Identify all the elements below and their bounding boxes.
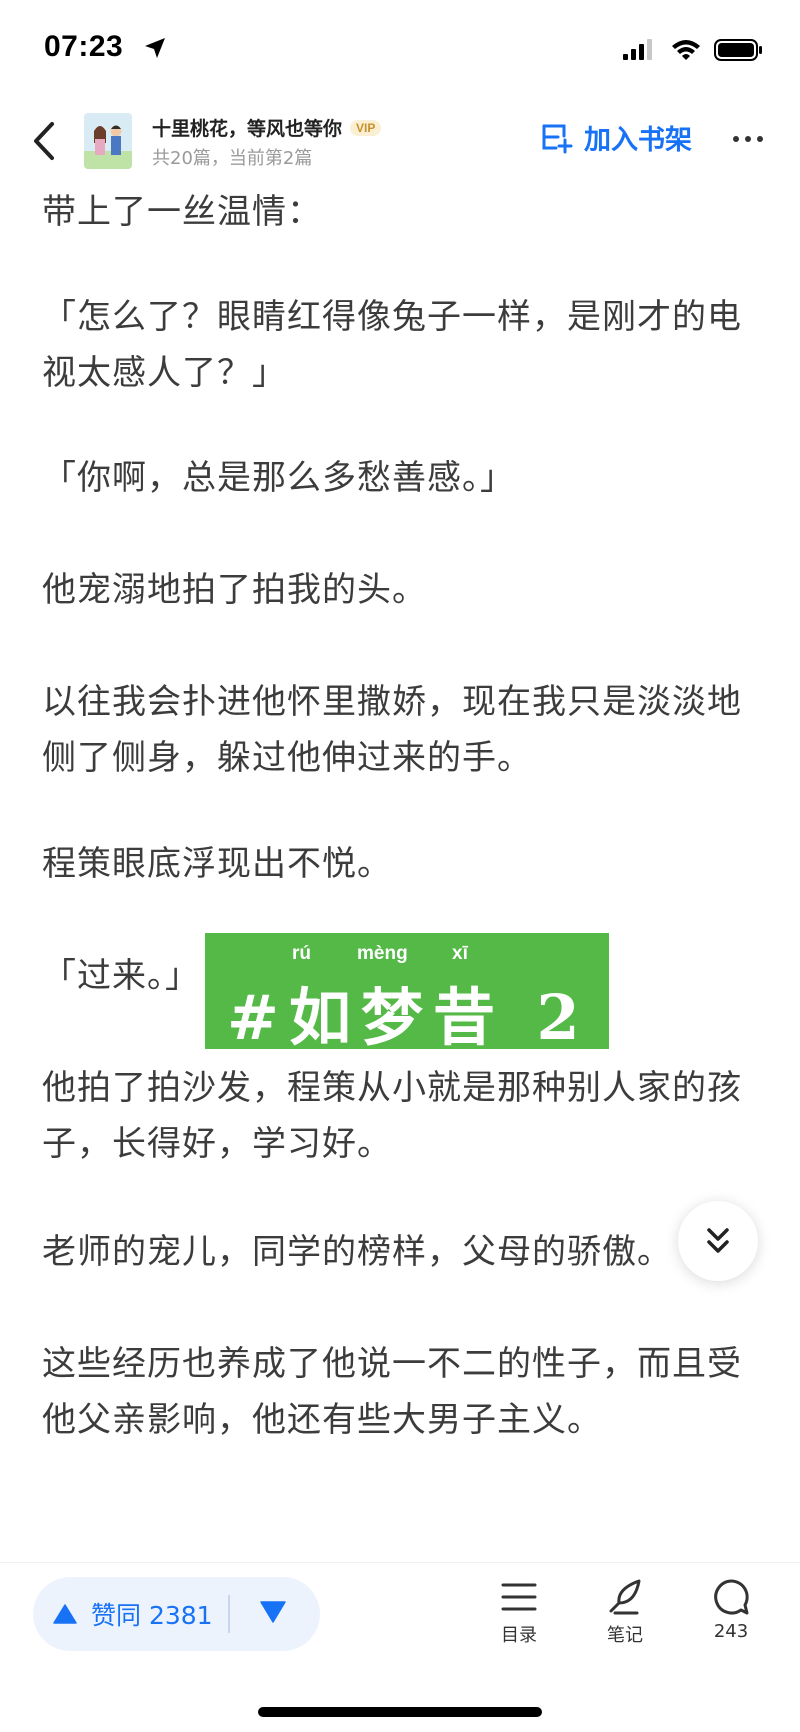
paragraph-line: 「你啊，总是那么多愁善感。」 — [42, 458, 515, 498]
book-title[interactable]: 十里桃花，等风也等你 VIP — [152, 114, 382, 141]
book-cover-image — [84, 113, 132, 169]
notes-label: 笔记 — [607, 1625, 643, 1646]
back-button[interactable] — [26, 116, 66, 166]
paragraph-line: 他拍了拍沙发，程策从小就是那种别人家的孩 — [42, 1068, 742, 1108]
downvote-button[interactable] — [259, 1599, 287, 1625]
upvote-label: 赞同 2381 — [91, 1601, 213, 1630]
vip-badge: VIP — [350, 119, 382, 136]
paragraph-line: 他父亲影响，他还有些大男子主义。 — [42, 1400, 602, 1440]
location-arrow-icon — [145, 38, 165, 58]
wifi-icon — [672, 40, 700, 60]
add-to-shelf-label: 加入书架 — [584, 125, 692, 156]
paragraph-line: 以往我会扑进他怀里撒娇，现在我只是淡淡地 — [42, 682, 742, 722]
book-title-text: 十里桃花，等风也等你 — [152, 118, 343, 140]
chapter-progress: 共20篇，当前第2篇 — [152, 148, 313, 169]
upvote-button[interactable]: 赞同 2381 — [53, 1577, 213, 1651]
paragraph-line: 这些经历也养成了他说一不二的性子，而且受 — [42, 1344, 742, 1384]
hashtag-banner: rú mèng xī #如梦昔 2 — [205, 933, 609, 1054]
vote-divider — [228, 1595, 230, 1633]
pinyin-label: xī — [452, 943, 468, 964]
book-cover[interactable] — [84, 113, 132, 169]
scroll-down-button[interactable] — [678, 1201, 758, 1281]
battery-icon — [714, 39, 762, 61]
paragraph: 「你啊，总是那么多愁善感。」 — [42, 450, 762, 506]
paragraph-line: 「怎么了？眼睛红得像兔子一样，是刚才的电 — [42, 297, 742, 337]
hashtag-text: #如梦昔 2 — [227, 981, 590, 1054]
comment-bubble-icon — [714, 1579, 749, 1615]
bookshelf-add-icon — [542, 124, 573, 153]
bottom-toolbar: 赞同 2381 目录 笔记 243 — [0, 1562, 800, 1732]
cellular-signal-icon — [623, 39, 652, 60]
pinyin-label: mèng — [357, 943, 408, 964]
triangle-up-icon — [53, 1604, 77, 1624]
paragraph-line: 他宠溺地拍了拍我的头。 — [42, 570, 427, 610]
paragraph-line: 带上了一丝温情： — [42, 192, 322, 232]
add-to-shelf-button[interactable]: 加入书架 — [540, 118, 692, 157]
toc-button[interactable]: 目录 — [474, 1577, 564, 1647]
paragraph-line: 子，长得好，学习好。 — [42, 1124, 392, 1164]
paragraph-line: 视太感人了？」 — [42, 353, 287, 393]
comments-button[interactable]: 243 — [686, 1577, 776, 1642]
status-time: 07:23 — [44, 30, 124, 63]
paragraph: 这些经历也养成了他说一不二的性子，而且受 他父亲影响，他还有些大男子主义。 — [42, 1336, 762, 1448]
menu-list-icon — [501, 1583, 537, 1611]
home-indicator[interactable] — [258, 1707, 542, 1717]
paragraph: 程策眼底浮现出不悦。 — [42, 836, 762, 892]
toc-label: 目录 — [501, 1625, 537, 1646]
vote-control: 赞同 2381 — [33, 1577, 320, 1651]
more-options-icon[interactable] — [733, 136, 763, 142]
notes-button[interactable]: 笔记 — [580, 1577, 670, 1647]
feather-pen-icon — [609, 1579, 641, 1615]
paragraph: 老师的宠儿，同学的榜样，父母的骄傲。 — [42, 1224, 762, 1280]
pinyin-label: rú — [292, 943, 311, 964]
paragraph-line: 程策眼底浮现出不悦。 — [42, 844, 392, 884]
paragraph: 「怎么了？眼睛红得像兔子一样，是刚才的电 视太感人了？」 — [42, 289, 762, 401]
paragraph: 带上了一丝温情： — [42, 184, 762, 240]
paragraph: 他拍了拍沙发，程策从小就是那种别人家的孩 子，长得好，学习好。 — [42, 1060, 762, 1172]
double-chevron-down-icon — [707, 1228, 729, 1253]
paragraph: 以往我会扑进他怀里撒娇，现在我只是淡淡地 侧了侧身，躲过他伸过来的手。 — [42, 674, 762, 786]
comments-count: 243 — [713, 1621, 749, 1642]
reader-header: 十里桃花，等风也等你 VIP 共20篇，当前第2篇 加入书架 — [0, 100, 800, 184]
paragraph-line: 侧了侧身，躲过他伸过来的手。 — [42, 738, 532, 778]
status-bar: 07:23 — [0, 0, 800, 100]
status-icons — [622, 36, 764, 64]
paragraph-line: 老师的宠儿，同学的榜样，父母的骄傲。 — [42, 1232, 672, 1272]
paragraph: 他宠溺地拍了拍我的头。 — [42, 562, 762, 618]
